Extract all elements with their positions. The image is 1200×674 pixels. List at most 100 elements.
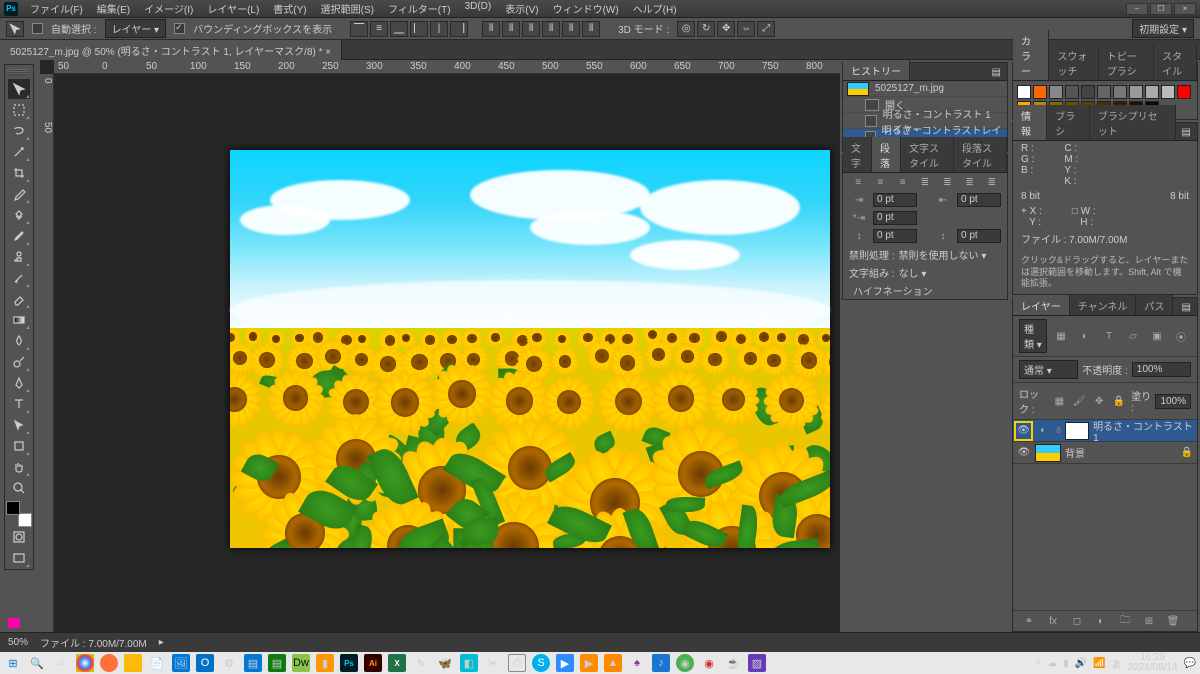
zoom-level[interactable]: 50% <box>8 637 28 648</box>
menu-3d[interactable]: 3D(D) <box>459 0 498 18</box>
shape-tool[interactable] <box>8 436 30 456</box>
swatch[interactable] <box>1033 85 1047 99</box>
tab-layers[interactable]: レイヤー <box>1013 295 1070 315</box>
minimize-button[interactable]: – <box>1126 3 1148 15</box>
swatch[interactable] <box>1129 85 1143 99</box>
swatch[interactable] <box>1081 85 1095 99</box>
butterfly-icon[interactable]: 🦋 <box>436 654 454 672</box>
excel-icon[interactable]: X <box>388 654 406 672</box>
auto-select-checkbox[interactable] <box>32 23 43 34</box>
eyedropper-tool[interactable] <box>8 184 30 204</box>
menu-file[interactable]: ファイル(F) <box>24 0 89 18</box>
fill-input[interactable]: 100% <box>1155 394 1191 409</box>
canvas-area[interactable]: 5005010015020025030035040045050055060065… <box>40 60 840 632</box>
panel-menu-icon[interactable]: ▤ <box>1176 125 1197 140</box>
layer-thumb[interactable] <box>1035 444 1061 462</box>
dist-hcenter-icon[interactable]: ⫴ <box>562 21 580 37</box>
align-right-icon[interactable]: ⎹ <box>450 21 468 37</box>
dist-right-icon[interactable]: ⫴ <box>582 21 600 37</box>
layer-name[interactable]: 明るさ・コントラスト 1 <box>1093 418 1193 444</box>
maximize-button[interactable]: ☐ <box>1150 3 1172 15</box>
firefox-icon[interactable] <box>100 654 118 672</box>
tab-paragraph[interactable]: 段落 <box>872 137 901 172</box>
search-icon[interactable]: 🔍 <box>28 654 46 672</box>
app-icon[interactable]: ♠ <box>628 654 646 672</box>
app-icon[interactable]: ⎙ <box>508 654 526 672</box>
ime-indicator[interactable]: あ <box>1111 656 1121 671</box>
app-icon[interactable]: ✂ <box>484 654 502 672</box>
align-center-icon[interactable]: ≡ <box>871 175 889 189</box>
close-button[interactable]: × <box>1174 3 1196 15</box>
3d-slide-icon[interactable]: ⇔ <box>737 21 755 37</box>
tab-brushes[interactable]: トピープラシ <box>1099 45 1154 80</box>
tray-cloud-icon[interactable]: ☁ <box>1047 658 1057 669</box>
new-layer-icon[interactable]: ⊞ <box>1139 614 1159 628</box>
filter-type-icon[interactable]: T <box>1099 329 1119 343</box>
layer-mask-icon[interactable]: ◻ <box>1067 614 1087 628</box>
align-vcenter-icon[interactable]: ≡ <box>370 21 388 37</box>
dodge-tool[interactable] <box>8 352 30 372</box>
music-icon[interactable]: ♪ <box>652 654 670 672</box>
justify-right-icon[interactable]: ≣ <box>960 175 978 189</box>
tab-color[interactable]: カラー <box>1013 30 1049 80</box>
layer-fx-icon[interactable]: fx <box>1043 614 1063 628</box>
eraser-tool[interactable] <box>8 289 30 309</box>
illustrator-icon[interactable]: Ai <box>364 654 382 672</box>
align-right-icon[interactable]: ≡ <box>894 175 912 189</box>
menu-layer[interactable]: レイヤー(L) <box>201 0 265 18</box>
tray-network-icon[interactable]: 📶 <box>1093 658 1105 669</box>
zoom-icon[interactable]: ▶ <box>556 654 574 672</box>
photoshop-icon[interactable]: Ps <box>340 654 358 672</box>
explorer-icon[interactable]: 🗀 <box>124 654 142 672</box>
dreamweaver-icon[interactable]: Dw <box>292 654 310 672</box>
brush-tool[interactable] <box>8 226 30 246</box>
history-brush-tool[interactable] <box>8 268 30 288</box>
app-icon[interactable]: ☕ <box>724 654 742 672</box>
delete-layer-icon[interactable]: 🗑 <box>1163 614 1183 628</box>
menu-view[interactable]: 表示(V) <box>499 0 544 18</box>
swatch[interactable] <box>1017 85 1031 99</box>
heal-tool[interactable] <box>8 205 30 225</box>
layer-mask-thumb[interactable] <box>1065 422 1089 440</box>
skype-icon[interactable]: S <box>532 654 550 672</box>
swatch[interactable] <box>1145 85 1159 99</box>
tab-styles[interactable]: スタイル <box>1154 45 1197 80</box>
tray-chevron-icon[interactable]: ˄ <box>1035 658 1041 669</box>
tray-volume-icon[interactable]: 🔊 <box>1075 658 1087 669</box>
app-icon[interactable]: ◉ <box>676 654 694 672</box>
vlc-icon[interactable]: ▲ <box>604 654 622 672</box>
notifications-icon[interactable]: 💬 <box>1184 658 1196 669</box>
panel-menu-icon[interactable]: ▤ <box>1176 300 1197 315</box>
justify-center-icon[interactable]: ≣ <box>938 175 956 189</box>
justify-left-icon[interactable]: ≣ <box>916 175 934 189</box>
tab-parastyle[interactable]: 段落スタイル <box>954 137 1007 172</box>
link-layers-icon[interactable]: ⚭ <box>1019 614 1039 628</box>
align-hcenter-icon[interactable]: | <box>430 21 448 37</box>
3d-zoom-icon[interactable]: ⤢ <box>757 21 775 37</box>
layer-row-background[interactable]: 👁 背景 🔒 <box>1013 442 1197 464</box>
pen-tool[interactable] <box>8 373 30 393</box>
tab-channels[interactable]: チャンネル <box>1070 295 1137 315</box>
new-adjustment-icon[interactable]: ◐ <box>1091 614 1111 628</box>
tab-history[interactable]: ヒストリー <box>843 60 910 80</box>
layer-name[interactable]: 背景 <box>1065 445 1085 460</box>
doc-info-menu[interactable]: ▸ <box>159 637 164 648</box>
chrome-icon[interactable] <box>76 654 94 672</box>
align-left-icon[interactable]: ⎸ <box>410 21 428 37</box>
layer-visibility-toggle[interactable]: 👁 <box>1017 424 1030 438</box>
crop-tool[interactable] <box>8 163 30 183</box>
space-after-input[interactable]: 0 pt <box>957 229 1001 243</box>
swatch[interactable] <box>1065 85 1079 99</box>
wand-tool[interactable] <box>8 142 30 162</box>
ruler-vertical[interactable]: 050 <box>40 74 54 632</box>
swatch[interactable] <box>1177 85 1191 99</box>
3d-orbit-icon[interactable]: ◎ <box>677 21 695 37</box>
stamp-tool[interactable] <box>8 247 30 267</box>
tab-info[interactable]: 情報 <box>1013 105 1047 140</box>
dist-vcenter-icon[interactable]: ⫴ <box>502 21 520 37</box>
lock-trans-icon[interactable]: ▦ <box>1051 394 1067 408</box>
swatch[interactable] <box>1097 85 1111 99</box>
dist-top-icon[interactable]: ⫴ <box>482 21 500 37</box>
lasso-tool[interactable] <box>8 121 30 141</box>
app-icon[interactable]: ◧ <box>460 654 478 672</box>
